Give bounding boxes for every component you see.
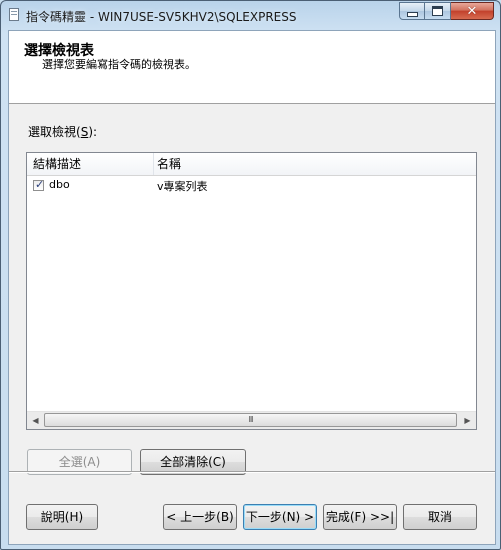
document-icon — [9, 8, 19, 21]
close-button[interactable]: ✕ — [451, 2, 494, 20]
wizard-client-area: 選擇檢視表 選擇您要編寫指令碼的檢視表。 選取檢視(S): 結構描述 名稱 ✓ … — [8, 30, 496, 545]
minimize-button[interactable] — [399, 2, 425, 20]
back-button[interactable]: < 上一步(B) — [163, 504, 237, 530]
footer-divider — [9, 471, 495, 473]
list-item[interactable]: ✓ dbo v專案列表 — [27, 176, 476, 194]
view-checkbox[interactable]: ✓ — [33, 178, 45, 191]
scroll-left-icon[interactable]: ◀ — [27, 412, 44, 429]
page-subtitle: 選擇您要編寫指令碼的檢視表。 — [42, 58, 196, 71]
name-cell: v專案列表 — [157, 180, 208, 193]
select-views-label: 選取檢視(S): — [28, 125, 98, 139]
window-title: 指令碼精靈 - WIN7USE-SV5KHV2\SQLEXPRESS — [26, 10, 297, 24]
list-header: 結構描述 名稱 — [27, 153, 476, 176]
horizontal-scrollbar[interactable]: ◀ III ▶ — [27, 411, 476, 429]
minimize-icon — [406, 12, 418, 17]
cancel-button[interactable]: 取消 — [403, 504, 477, 530]
wizard-window: 指令碼精靈 - WIN7USE-SV5KHV2\SQLEXPRESS ✕ 選擇檢… — [0, 0, 501, 550]
checkmark-icon: ✓ — [35, 178, 45, 191]
close-icon: ✕ — [466, 3, 478, 19]
scroll-thumb[interactable]: III — [44, 413, 457, 427]
column-header-name[interactable]: 名稱 — [151, 153, 477, 175]
maximize-icon — [432, 6, 443, 16]
next-button[interactable]: 下一步(N) > — [243, 504, 317, 530]
title-bar[interactable]: 指令碼精靈 - WIN7USE-SV5KHV2\SQLEXPRESS ✕ — [1, 1, 500, 29]
help-button[interactable]: 說明(H) — [26, 504, 98, 530]
finish-button[interactable]: 完成(F) >>| — [323, 504, 397, 530]
scroll-right-icon[interactable]: ▶ — [459, 412, 476, 429]
page-header: 選擇檢視表 選擇您要編寫指令碼的檢視表。 — [9, 31, 495, 104]
schema-cell: dbo — [49, 178, 70, 191]
views-list[interactable]: 結構描述 名稱 ✓ dbo v專案列表 ◀ III ▶ — [26, 152, 477, 430]
maximize-button[interactable] — [425, 2, 451, 20]
column-header-schema[interactable]: 結構描述 — [27, 153, 154, 175]
caption-buttons: ✕ — [399, 2, 494, 21]
